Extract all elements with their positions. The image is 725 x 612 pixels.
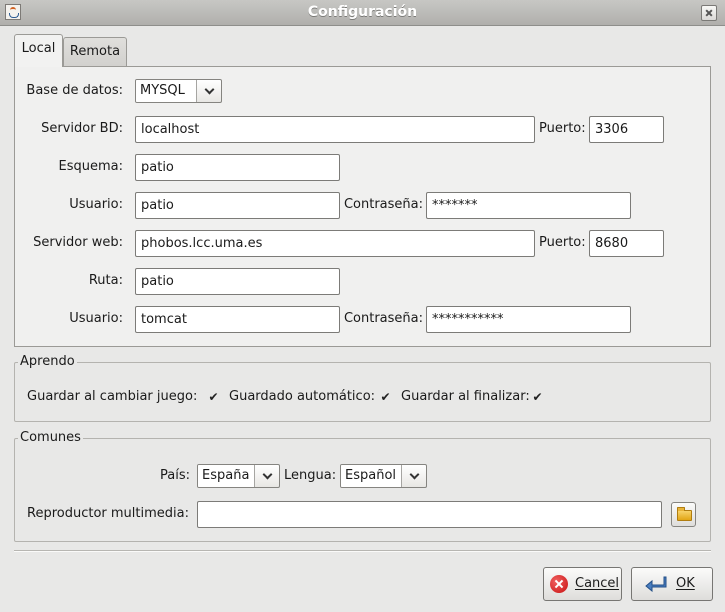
tab-remota[interactable]: Remota [63,37,127,67]
pais-select[interactable]: España [197,464,280,488]
button-separator [14,550,711,552]
lengua-select[interactable]: Español [340,464,427,488]
comunes-title: Comunes [18,430,83,445]
chevron-down-icon [257,465,279,487]
servidor-web-field[interactable]: phobos.lcc.uma.es [135,230,535,257]
pais-value: España [198,465,255,487]
ruta-label: Ruta: [88,273,123,288]
aprendo-title: Aprendo [18,354,77,369]
enter-arrow-icon [645,576,667,592]
cancel-button[interactable]: Cancel [543,567,622,601]
reproductor-field[interactable] [197,501,662,528]
window-title: Configuración [307,4,418,20]
esquema-field[interactable]: patio [135,154,340,181]
lengua-label: Lengua: [284,468,337,483]
puerto-web-label: Puerto: [539,235,586,250]
contrasena-web-field[interactable]: *********** [426,306,631,333]
guardar-finalizar-checkbox[interactable]: ✔ [531,391,544,404]
contrasena-bd-label: Contraseña: [343,197,423,212]
usuario-bd-field[interactable]: patio [135,192,340,219]
ok-button-label: OK [676,576,695,591]
tab-local[interactable]: Local [14,34,63,67]
contrasena-bd-field[interactable]: ******* [426,192,631,219]
servidor-bd-field[interactable]: localhost [135,116,535,143]
servidor-bd-label: Servidor BD: [41,121,123,136]
base-datos-select[interactable]: MYSQL [135,79,222,103]
ruta-field[interactable]: patio [135,268,340,295]
guardar-finalizar-label: Guardar al finalizar: [401,389,530,404]
close-window-button[interactable] [701,5,717,21]
usuario-bd-label: Usuario: [69,197,123,212]
ok-button[interactable]: OK [631,567,713,601]
browse-button[interactable] [671,502,696,527]
cancel-button-label: Cancel [575,576,620,591]
guardado-auto-checkbox[interactable]: ✔ [379,391,392,404]
servidor-web-label: Servidor web: [33,235,123,250]
contrasena-web-label: Contraseña: [343,311,423,326]
pais-label: País: [160,468,190,483]
esquema-label: Esquema: [58,159,124,174]
lengua-value: Español [341,465,402,487]
folder-open-icon [677,507,692,521]
cancel-icon [550,575,568,593]
chevron-down-icon [404,465,426,487]
guardado-auto-label: Guardado automático: [229,389,376,404]
puerto-bd-label: Puerto: [539,121,586,136]
guardar-cambiar-label: Guardar al cambiar juego: [27,389,198,404]
base-datos-label: Base de datos: [26,83,123,98]
base-datos-value: MYSQL [136,80,197,102]
puerto-bd-field[interactable]: 3306 [589,116,664,143]
reproductor-label: Reproductor multimedia: [27,506,189,521]
guardar-cambiar-checkbox[interactable]: ✔ [207,391,220,404]
usuario-web-label: Usuario: [69,311,123,326]
usuario-web-field[interactable]: tomcat [135,306,340,333]
chevron-down-icon [199,80,221,102]
puerto-web-field[interactable]: 8680 [589,230,664,257]
